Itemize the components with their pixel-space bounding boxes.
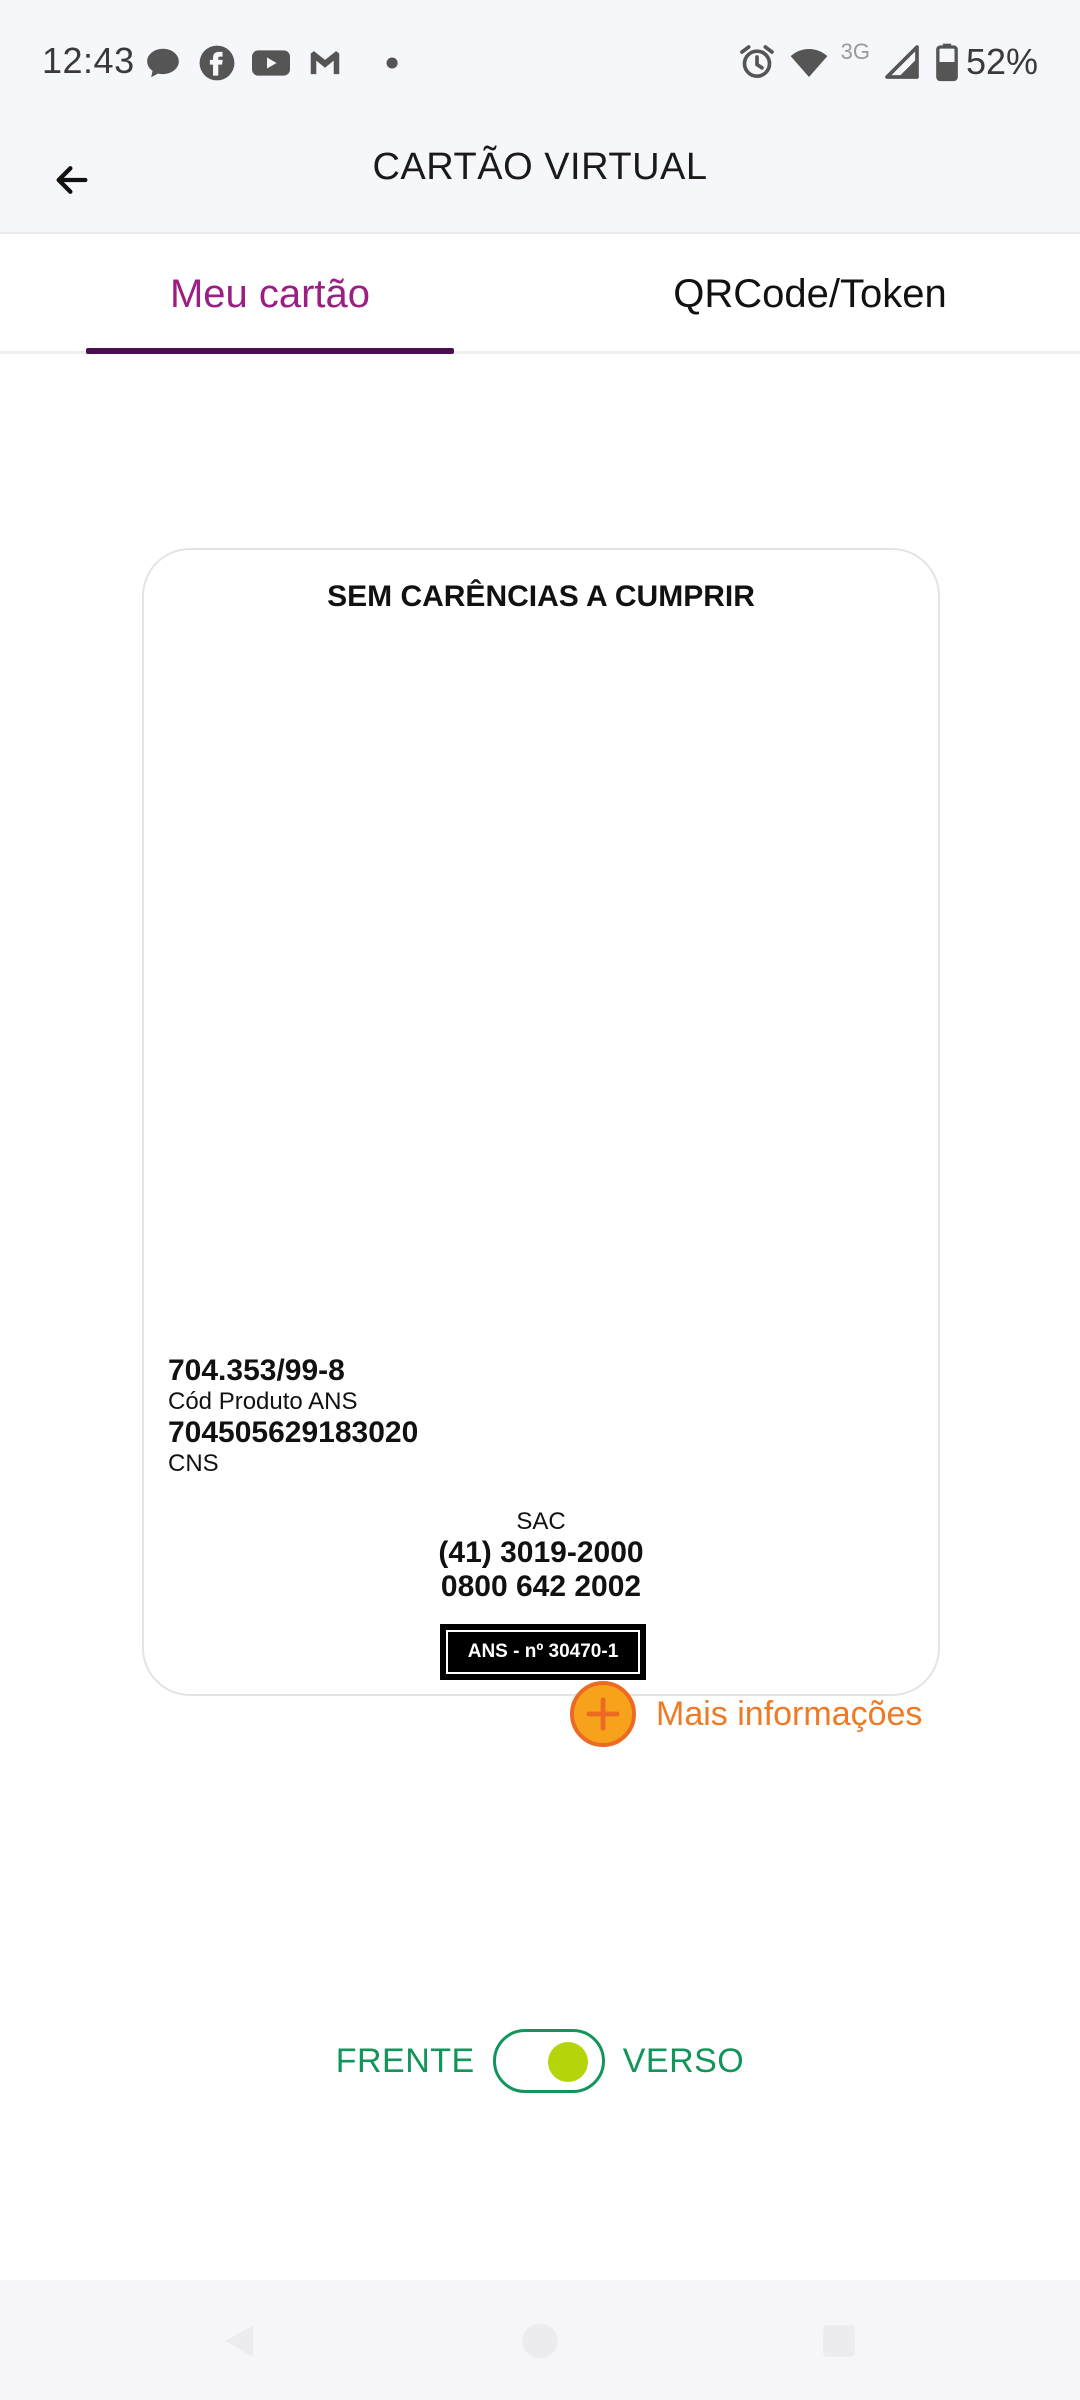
virtual-card: SEM CARÊNCIAS A CUMPRIR 704.353/99-8 Cód… <box>142 548 940 1696</box>
dot-icon <box>386 57 398 69</box>
more-info-label: Mais informações <box>656 1694 923 1733</box>
active-tab-indicator <box>86 348 454 354</box>
card-side-toggle-row: FRENTE VERSO <box>0 2028 1080 2094</box>
battery-icon <box>936 43 958 82</box>
nav-home-icon[interactable] <box>519 2320 561 2362</box>
tab-qrcode-token[interactable]: QRCode/Token <box>612 234 1008 354</box>
card-title: SEM CARÊNCIAS A CUMPRIR <box>327 580 755 613</box>
app-bar: CARTÃO VIRTUAL <box>0 126 1080 234</box>
tab-bar: Meu cartão QRCode/Token <box>0 234 1080 354</box>
plus-circle-icon <box>570 1681 636 1747</box>
facebook-icon <box>199 45 235 81</box>
card-side-toggle[interactable] <box>492 2029 605 2093</box>
toggle-knob <box>547 2042 588 2082</box>
nav-recents-icon[interactable] <box>818 2320 860 2362</box>
screen: 12:43 3G 52% CARTÃO VIRTUAL Meu cartão Q… <box>0 0 1080 2400</box>
system-nav-bar <box>0 2280 1080 2400</box>
ans-badge-text: ANS - nº 30470-1 <box>446 1630 640 1674</box>
sac-block: SAC (41) 3019-2000 0800 642 2002 <box>144 1508 938 1604</box>
toggle-label-front: FRENTE <box>335 2041 475 2080</box>
ans-registration-badge: ANS - nº 30470-1 <box>440 1624 646 1680</box>
sac-phone-2: 0800 642 2002 <box>440 1570 642 1603</box>
sac-phone-1: (41) 3019-2000 <box>438 1536 644 1569</box>
cns-value: 704505629183020 <box>168 1416 419 1449</box>
product-code-label: Cód Produto ANS <box>168 1388 358 1415</box>
tab-meu-cartao[interactable]: Meu cartão <box>86 234 454 354</box>
cns-block: 704505629183020 CNS <box>168 1416 418 1478</box>
alarm-icon <box>739 45 774 78</box>
youtube-icon <box>252 50 290 76</box>
status-right: 3G 52% <box>725 39 1038 84</box>
network-type: 3G <box>840 39 870 64</box>
status-bar: 12:43 3G 52% <box>0 0 1080 126</box>
product-code-block: 704.353/99-8 Cód Produto ANS <box>168 1354 357 1416</box>
product-code-value: 704.353/99-8 <box>168 1354 345 1387</box>
status-time: 12:43 <box>42 40 135 81</box>
signal-icon <box>885 45 919 79</box>
toggle-label-back: VERSO <box>622 2041 745 2080</box>
wifi-icon <box>790 49 827 77</box>
cns-label: CNS <box>168 1450 219 1477</box>
page-title: CARTÃO VIRTUAL <box>372 146 708 188</box>
gmail-icon <box>310 51 340 75</box>
battery-percentage: 52% <box>965 41 1038 82</box>
more-info-button[interactable]: Mais informações <box>570 1680 922 1748</box>
nav-back-icon[interactable] <box>218 2320 260 2362</box>
sac-label: SAC <box>516 1508 566 1535</box>
chat-icon <box>147 48 179 78</box>
